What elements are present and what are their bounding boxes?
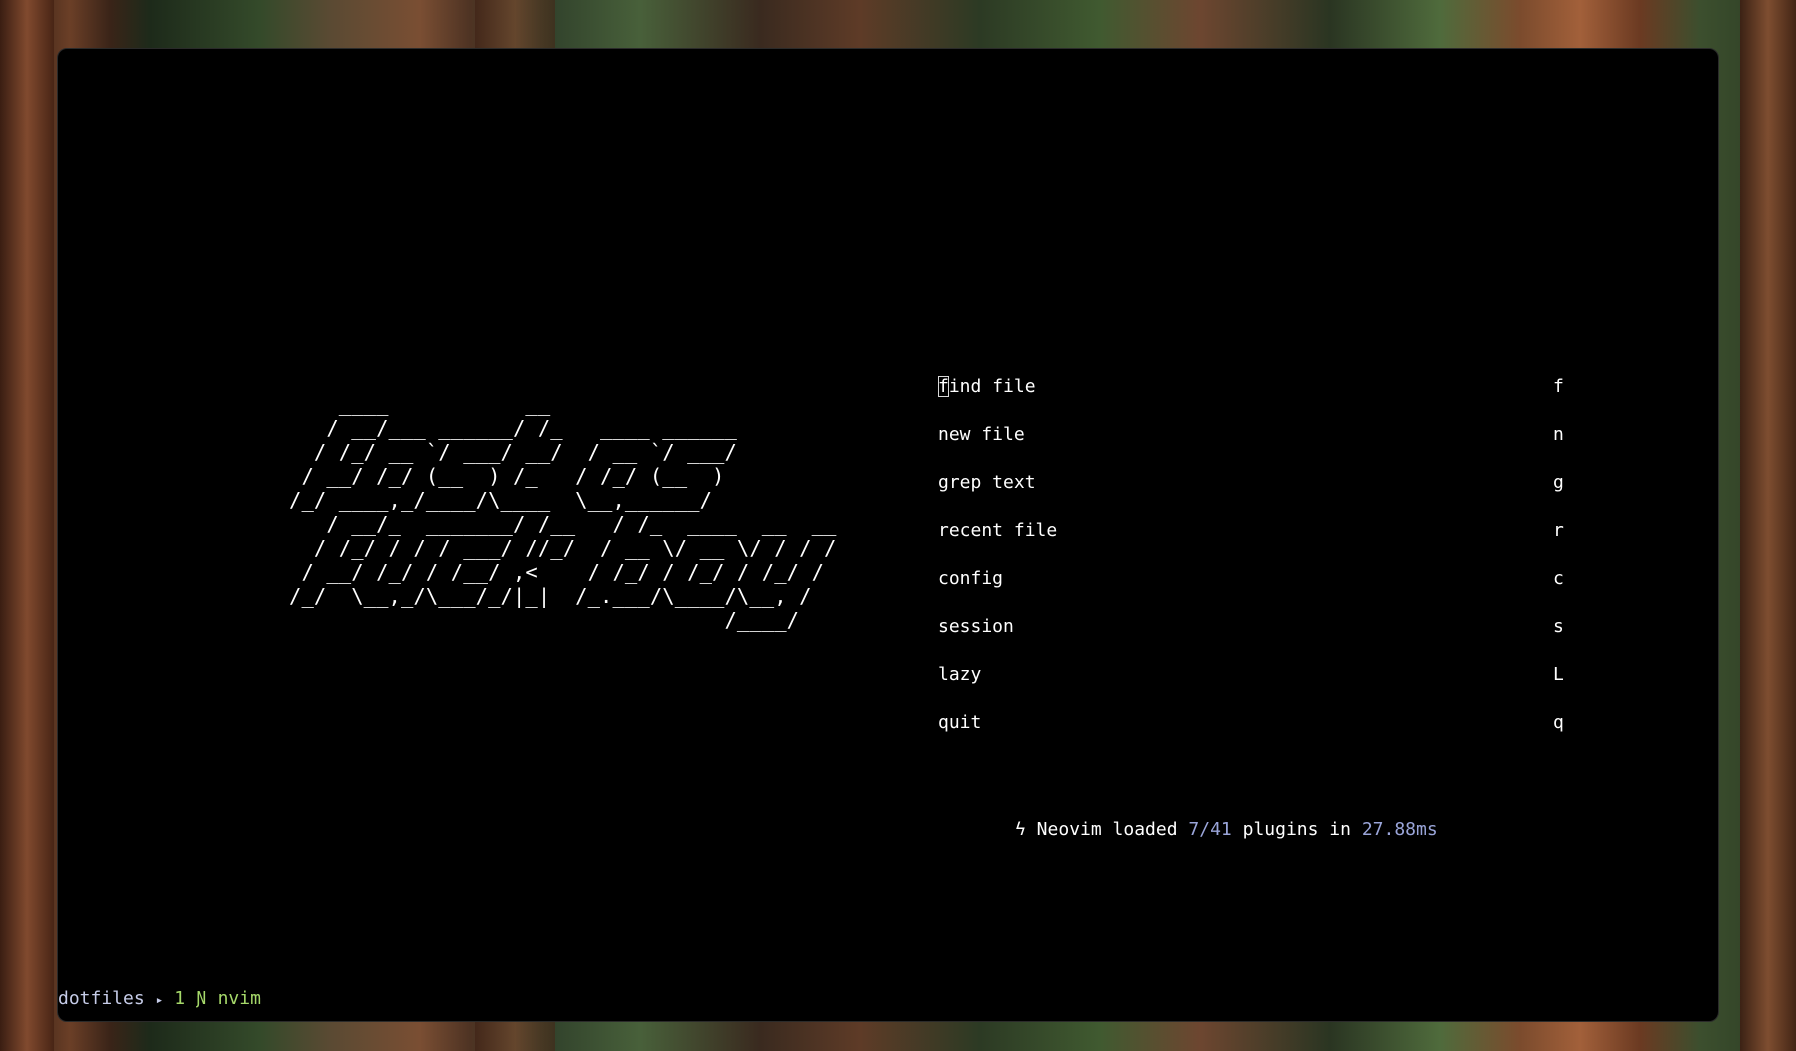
terminal-window: ____ __ / __/___ ______/ /_ ____ ______ …: [57, 48, 1719, 1022]
menu-item-label: new file: [938, 424, 1025, 445]
menu-item-shortcut: f: [1553, 376, 1564, 397]
menu-item-shortcut: s: [1553, 616, 1564, 637]
menu-item-config[interactable]: config c: [938, 555, 1618, 603]
startup-text: Neovim loaded: [1025, 819, 1189, 840]
ascii-logo: ____ __ / __/___ ______/ /_ ____ ______ …: [289, 392, 836, 632]
ascii-logo-line: ____ __: [289, 392, 551, 416]
startup-time: 27.88ms: [1361, 819, 1438, 840]
menu-item-label: recent file: [938, 520, 1058, 541]
menu-item-shortcut: q: [1553, 712, 1564, 733]
menu-item-find-file[interactable]: find file f: [938, 363, 1618, 411]
window-index[interactable]: 1: [174, 988, 185, 1009]
startup-stats: ϟ Neovim loaded 7/41 plugins in 27.88ms: [1015, 819, 1438, 840]
menu-item-label: config: [938, 568, 1004, 589]
menu-item-label: find file: [938, 376, 1036, 397]
menu-item-label: quit: [938, 712, 982, 733]
ascii-logo-line: / /_/ / / / ___/ //_/ / __ \/ __ \/ / / …: [289, 536, 837, 560]
lightning-icon: ϟ: [1015, 819, 1026, 840]
menu-item-grep-text[interactable]: grep text g: [938, 459, 1618, 507]
ascii-logo-line: / __/ /_/ (__ ) /_ / /_/ (__ ): [289, 464, 725, 488]
session-name[interactable]: dotfiles: [58, 988, 145, 1009]
ascii-logo-line: /_/ ____,_/____/\____ \__,______/: [289, 488, 713, 512]
window-name[interactable]: nvim: [218, 988, 261, 1009]
tmux-statusline: dotfiles ▸ 1 Ɲ nvim: [58, 987, 261, 1011]
menu-item-recent-file[interactable]: recent file r: [938, 507, 1618, 555]
cursor: f: [938, 376, 949, 397]
neovim-icon: Ɲ: [195, 988, 207, 1009]
plugin-count: 7/41: [1188, 819, 1232, 840]
dashboard-menu: find file f new file n grep text g recen…: [938, 363, 1618, 747]
menu-item-shortcut: g: [1553, 472, 1564, 493]
menu-item-label: grep text: [938, 472, 1036, 493]
ascii-logo-line: / __/___ ______/ /_ ____ ______: [289, 416, 737, 440]
menu-item-label: session: [938, 616, 1014, 637]
menu-item-shortcut: r: [1553, 520, 1564, 541]
menu-item-shortcut: L: [1553, 664, 1564, 685]
menu-item-label: lazy: [938, 664, 982, 685]
ascii-logo-line: / __/ /_/ / /__/ ,< / /_/ / /_/ / /_/ /: [289, 560, 825, 584]
separator-icon: ▸: [155, 993, 164, 1008]
startup-text: plugins in: [1231, 819, 1362, 840]
ascii-logo-line: /____/: [289, 608, 800, 632]
ascii-logo-line: /_/ \__,_/\___/_/|_| /_.___/\____/\__, /: [289, 584, 812, 608]
menu-item-new-file[interactable]: new file n: [938, 411, 1618, 459]
menu-item-quit[interactable]: quit q: [938, 699, 1618, 747]
background-tree-trunk: [1740, 0, 1796, 1051]
menu-item-session[interactable]: session s: [938, 603, 1618, 651]
menu-item-shortcut: c: [1553, 568, 1564, 589]
ascii-logo-line: / /_/ __ `/ ___/ __/ / __ `/ ___/: [289, 440, 737, 464]
menu-item-shortcut: n: [1553, 424, 1564, 445]
menu-item-lazy[interactable]: lazy L: [938, 651, 1618, 699]
background-tree-trunk: [0, 0, 54, 1051]
ascii-logo-line: / __/_ _______/ /__ / /_ ____ __ __: [289, 512, 837, 536]
